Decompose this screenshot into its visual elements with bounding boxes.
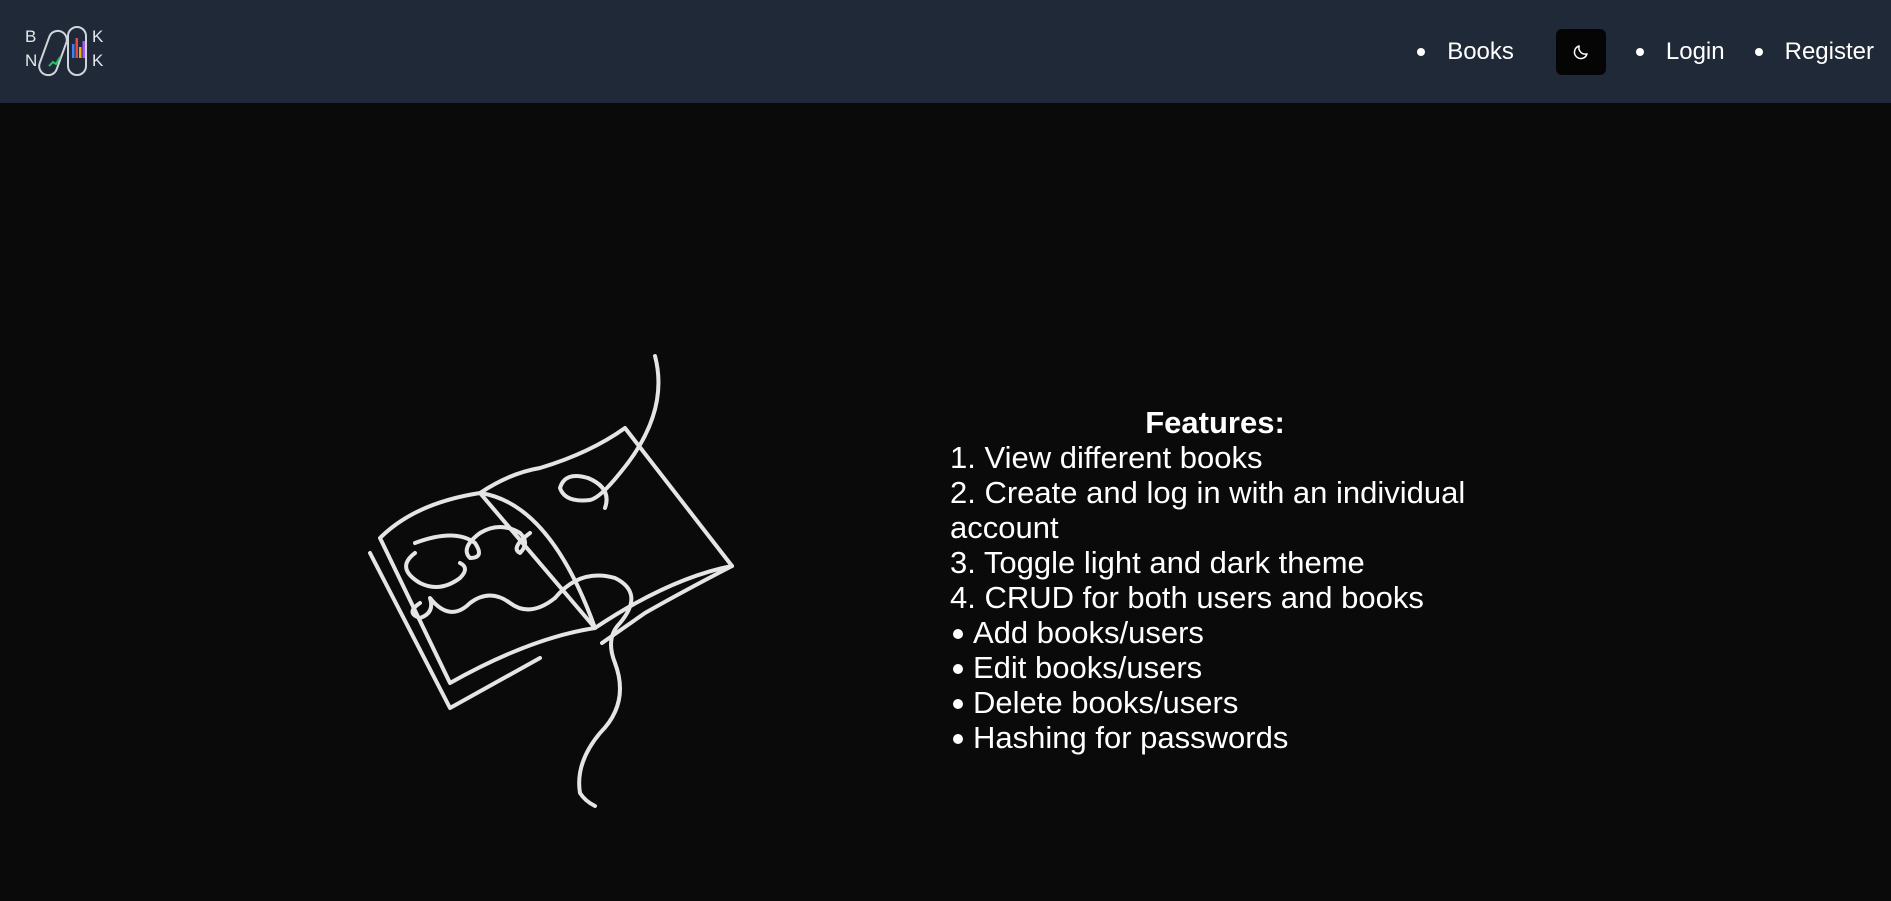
feature-subitem: Delete books/users (950, 685, 1530, 720)
bullet-dot (953, 629, 963, 639)
features-section: Features: 1. View different books 2. Cre… (950, 405, 1530, 755)
nav-register-link[interactable]: Register (1754, 0, 1874, 103)
book-logo-icon (38, 25, 87, 76)
main-nav: Books Login Register (1417, 0, 1874, 103)
nav-bullet (1635, 47, 1644, 56)
logo-letter-b: B (25, 26, 37, 46)
nav-books-link[interactable]: Books (1417, 0, 1514, 103)
open-book-line-art-icon (368, 354, 734, 808)
site-logo[interactable]: B N K K (22, 22, 112, 82)
nav-register-label: Register (1784, 37, 1874, 65)
nav-login-link[interactable]: Login (1635, 0, 1725, 103)
feature-subitem-label: Hashing for passwords (973, 720, 1289, 755)
feature-item: 4. CRUD for both users and books (950, 580, 1424, 615)
nav-login-label: Login (1665, 37, 1725, 65)
features-bulleted-list: Add books/users Edit books/users Delete … (950, 615, 1530, 755)
features-numbered-list: 1. View different books 2. Create and lo… (950, 440, 1530, 615)
logo-letter-n: N (25, 50, 38, 70)
nav-bullet (1754, 47, 1763, 56)
navbar: B N K K Books Login Register (0, 0, 1891, 103)
feature-item: 1. View different books (950, 440, 1263, 475)
nav-books-label: Books (1447, 37, 1514, 65)
features-title: Features: (1145, 405, 1285, 440)
theme-toggle-button[interactable] (1555, 28, 1606, 75)
feature-subitem: Edit books/users (950, 650, 1530, 685)
bullet-dot (953, 734, 963, 744)
feature-item: 3. Toggle light and dark theme (950, 545, 1365, 580)
moon-icon (1573, 44, 1588, 59)
bullet-dot (953, 699, 963, 709)
feature-subitem: Hashing for passwords (950, 720, 1530, 755)
feature-subitem-label: Edit books/users (973, 650, 1203, 685)
feature-subitem-label: Delete books/users (973, 685, 1239, 720)
nav-bullet (1417, 47, 1426, 56)
feature-subitem: Add books/users (950, 615, 1530, 650)
feature-subitem-label: Add books/users (973, 615, 1204, 650)
feature-item: 2. Create and log in with an individual … (950, 475, 1466, 545)
bullet-dot (953, 664, 963, 674)
main-content: Features: 1. View different books 2. Cre… (0, 103, 1891, 901)
